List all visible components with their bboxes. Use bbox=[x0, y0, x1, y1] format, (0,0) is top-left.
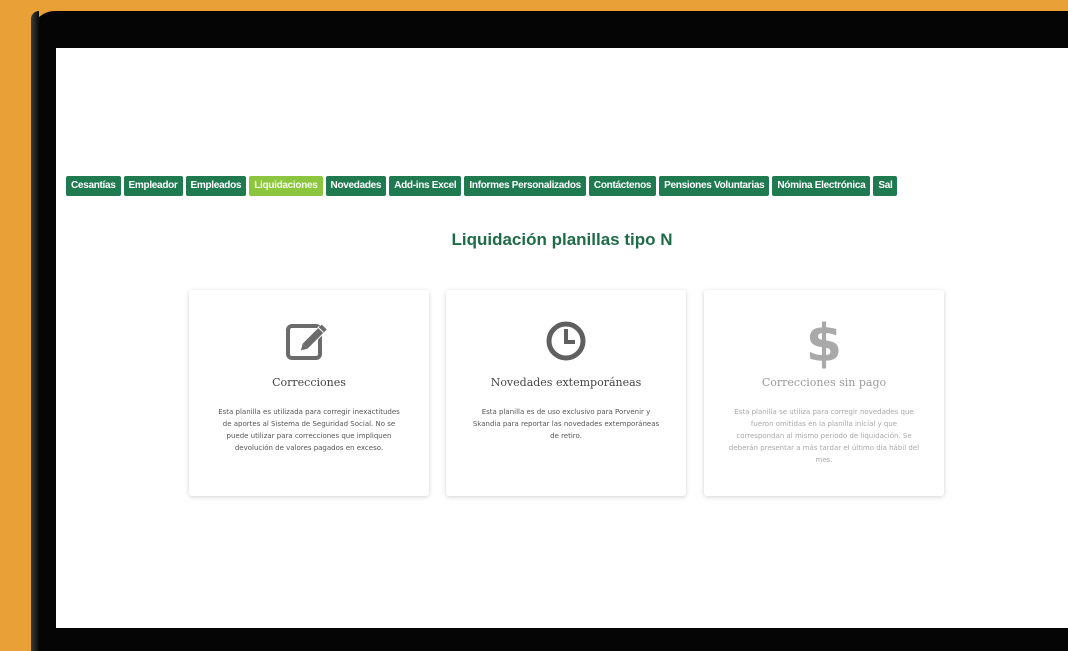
edit-icon bbox=[189, 314, 429, 368]
dollar-icon: $ bbox=[704, 314, 944, 369]
clock-icon bbox=[446, 314, 686, 368]
card-description: Esta planilla es utilizada para corregir… bbox=[218, 408, 400, 452]
main-nav: Cesantías Empleador Empleados Liquidacio… bbox=[66, 176, 898, 196]
tab-pensiones-voluntarias[interactable]: Pensiones Voluntarias bbox=[659, 176, 770, 196]
tab-contactenos[interactable]: Contáctenos bbox=[588, 176, 657, 196]
svg-text:$: $ bbox=[806, 314, 842, 369]
laptop-edge bbox=[31, 11, 39, 651]
card-title: Correcciones bbox=[272, 376, 346, 389]
tab-sal[interactable]: Sal bbox=[873, 176, 898, 196]
tab-informes-personalizados[interactable]: Informes Personalizados bbox=[464, 176, 586, 196]
card-title: Novedades extemporáneas bbox=[490, 376, 642, 389]
card-novedades-extemporaneas[interactable]: Novedades extemporáneas Esta planilla es… bbox=[446, 290, 686, 496]
page-title: Liquidación planillas tipo N bbox=[451, 230, 673, 249]
screen: Cesantías Empleador Empleados Liquidacio… bbox=[56, 48, 1068, 628]
card-correcciones-sin-pago[interactable]: $ Correcciones sin pago Esta planilla se… bbox=[704, 290, 944, 496]
tab-nomina-electronica[interactable]: Nómina Electrónica bbox=[772, 176, 871, 196]
card-title: Correcciones sin pago bbox=[761, 376, 887, 389]
card-correcciones[interactable]: Correcciones Esta planilla es utilizada … bbox=[189, 290, 429, 496]
tab-cesantias[interactable]: Cesantías bbox=[66, 176, 121, 196]
card-description: Esta planilla es de uso exclusivo para P… bbox=[472, 408, 660, 440]
tab-liquidaciones[interactable]: Liquidaciones bbox=[249, 176, 323, 196]
tab-empleados[interactable]: Empleados bbox=[185, 176, 247, 196]
tab-novedades[interactable]: Novedades bbox=[325, 176, 387, 196]
tab-add-ins-excel[interactable]: Add-ins Excel bbox=[389, 176, 462, 196]
tab-empleador[interactable]: Empleador bbox=[123, 176, 183, 196]
card-description: Esta planilla se utiliza para corregir n… bbox=[728, 408, 920, 464]
